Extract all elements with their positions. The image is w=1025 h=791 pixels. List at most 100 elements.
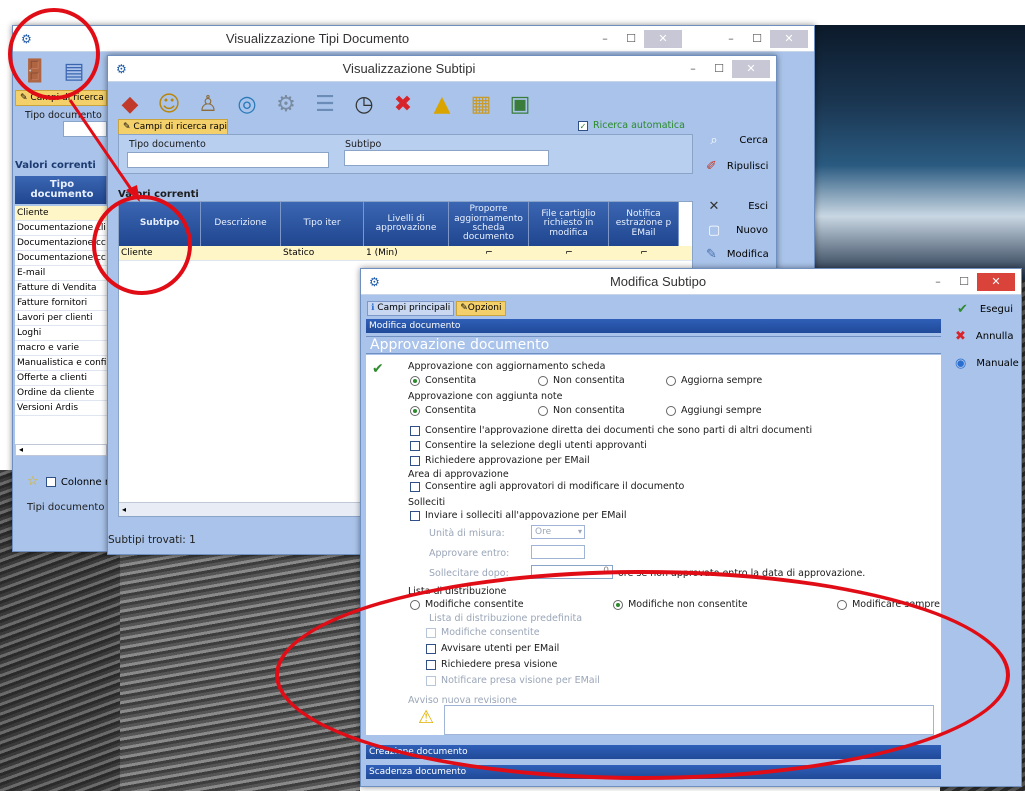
tab-campi-principali[interactable]: ℹ Campi principali <box>367 301 455 316</box>
radio-button[interactable] <box>410 375 420 386</box>
ricerca-automatica-checkbox[interactable] <box>578 120 588 131</box>
column-header[interactable]: Tipo iter <box>281 202 364 246</box>
annulla-button[interactable]: ✖ Annulla <box>949 324 1019 348</box>
close-button[interactable]: ✕ <box>770 29 808 48</box>
list-item[interactable]: Offerte a clienti <box>15 371 107 386</box>
radio-option[interactable]: Consentita <box>410 375 538 386</box>
radio-option[interactable]: Aggiungi sempre <box>666 405 826 416</box>
list-item[interactable]: Fatture fornitori <box>15 296 107 311</box>
list-item[interactable]: macro e varie <box>15 341 107 356</box>
ricerca-automatica[interactable]: Ricerca automatica <box>578 120 685 131</box>
list-item[interactable]: Lavori per clienti <box>15 311 107 326</box>
checkbox[interactable] <box>410 425 420 436</box>
close-button[interactable]: ✕ <box>644 29 682 48</box>
column-header[interactable]: Proporre aggiornamento scheda documento <box>449 202 529 246</box>
list-item[interactable]: E-mail <box>15 266 107 281</box>
warning-icon[interactable]: ▲ <box>426 88 458 120</box>
section-approvazione-documento[interactable]: Approvazione documento <box>366 336 941 354</box>
list-item[interactable]: Ordine da cliente <box>15 386 107 401</box>
document-icon[interactable]: ▣ <box>504 88 536 120</box>
status-bar: Subtipi trovati: 1 <box>108 534 196 546</box>
minimize-button[interactable]: – <box>718 30 744 48</box>
tipo-documento-input[interactable] <box>63 121 107 137</box>
modifica-button[interactable]: ✎ Modifica <box>700 242 774 266</box>
maximize-button[interactable]: ☐ <box>951 273 977 291</box>
list-item[interactable]: Manualistica e confi <box>15 356 107 371</box>
section-modifica-documento[interactable]: Modifica documento <box>366 319 941 333</box>
cell-notifica-checkbox[interactable]: ⌐ <box>609 248 679 258</box>
radio-button[interactable] <box>666 405 676 416</box>
esci-button[interactable]: ✕ Esci <box>700 194 774 218</box>
table-row[interactable]: Cliente Statico 1 (Min) ⌐ ⌐ ⌐ <box>119 246 692 261</box>
option-check[interactable]: Consentire l'approvazione diretta dei do… <box>410 423 812 438</box>
subtipo-input[interactable] <box>344 150 549 166</box>
list-item[interactable]: Loghi <box>15 326 107 341</box>
column-header[interactable]: File cartiglio richiesto in modifica <box>529 202 609 246</box>
maximize-button[interactable]: ☐ <box>618 30 644 48</box>
area-checkbox[interactable] <box>410 481 420 492</box>
window-title: Visualizzazione Subtipi <box>342 61 476 76</box>
tipo-documento-input[interactable] <box>127 152 329 168</box>
nuovo-button[interactable]: ▢ Nuovo <box>700 218 774 242</box>
minimize-button[interactable]: – <box>680 60 706 78</box>
horizontal-scrollbar[interactable]: ◂ <box>15 444 107 456</box>
esci-label: Esci <box>748 200 768 212</box>
radio-button[interactable] <box>666 375 676 386</box>
approvare-input[interactable] <box>531 545 585 559</box>
solleciti-label: Solleciti <box>408 497 446 508</box>
option-check[interactable]: Richiedere approvazione per EMail <box>410 453 812 468</box>
globe-icon[interactable]: ◎ <box>231 88 263 120</box>
minimize-button[interactable]: – <box>925 273 951 291</box>
column-header-tipo-documento[interactable]: Tipo documento <box>15 176 107 204</box>
cell-file-cartiglio-checkbox[interactable]: ⌐ <box>529 248 609 258</box>
gear-icon[interactable]: ⚙ <box>270 88 302 120</box>
minimize-button[interactable]: – <box>592 30 618 48</box>
grid-icon[interactable]: ▦ <box>465 88 497 120</box>
solleciti-check[interactable]: Inviare i solleciti all'appovazione per … <box>410 510 627 521</box>
search-tab[interactable]: ✎ Campi di ricerca rapida <box>118 119 228 135</box>
checkbox[interactable] <box>410 440 420 451</box>
radio-option[interactable]: Non consentita <box>538 405 666 416</box>
radio-button[interactable] <box>410 405 420 416</box>
list-item[interactable]: Versioni Ardis <box>15 401 107 416</box>
maximize-button[interactable]: ☐ <box>706 60 732 78</box>
users-icon[interactable]: ☺ <box>153 88 185 120</box>
solleciti-checkbox[interactable] <box>410 510 420 521</box>
radio-option[interactable]: Non consentita <box>538 375 666 386</box>
ripulisci-button[interactable]: ✐ Ripulisci <box>700 154 774 178</box>
shapes-icon[interactable]: ◆ <box>114 88 146 120</box>
unita-select[interactable]: Ore ▾ <box>531 525 585 539</box>
tipo-documento-label: Tipo documento <box>25 110 102 121</box>
radio-option[interactable]: Aggiorna sempre <box>666 375 826 386</box>
list-item[interactable]: Fatture di Vendita <box>15 281 107 296</box>
option-check[interactable]: Consentire la selezione degli utenti app… <box>410 438 812 453</box>
clock-icon[interactable]: ◷ <box>348 88 380 120</box>
cerca-button[interactable]: ⌕ Cerca <box>700 128 774 152</box>
esegui-button[interactable]: ✔ Esegui <box>949 297 1019 321</box>
radio-button[interactable] <box>538 405 548 416</box>
area-check[interactable]: Consentire agli approvatori di modificar… <box>410 481 684 492</box>
column-header[interactable]: Descrizione <box>201 202 281 246</box>
checkbox[interactable] <box>410 455 420 466</box>
column-header[interactable]: Tipo documento <box>15 176 107 204</box>
user-icon[interactable]: ♙ <box>192 88 224 120</box>
cell-proporre-checkbox[interactable]: ⌐ <box>449 248 529 258</box>
area-label: Area di approvazione <box>408 469 509 480</box>
colonne-checkbox[interactable] <box>45 477 56 487</box>
radio-button[interactable] <box>538 375 548 386</box>
radio-label: Aggiorna sempre <box>681 375 763 386</box>
close-button[interactable]: ✕ <box>977 272 1015 291</box>
column-header[interactable]: Livelli di approvazione <box>364 202 449 246</box>
tab-opzioni[interactable]: ✎Opzioni <box>456 301 506 316</box>
radio-label: Consentita <box>425 405 477 416</box>
delete-icon[interactable]: ✖ <box>387 88 419 120</box>
maximize-button[interactable]: ☐ <box>744 30 770 48</box>
approval-checks: Consentire l'approvazione diretta dei do… <box>410 423 812 468</box>
close-button[interactable]: ✕ <box>732 59 770 78</box>
layers-icon[interactable]: ☰ <box>309 88 341 120</box>
annotation-ellipse <box>275 570 1010 780</box>
list-item[interactable]: Cliente <box>15 206 107 221</box>
manuale-button[interactable]: ◉ Manuale <box>949 351 1019 375</box>
column-header[interactable]: Notifica estrazione p EMail <box>609 202 679 246</box>
radio-option[interactable]: Consentita <box>410 405 538 416</box>
